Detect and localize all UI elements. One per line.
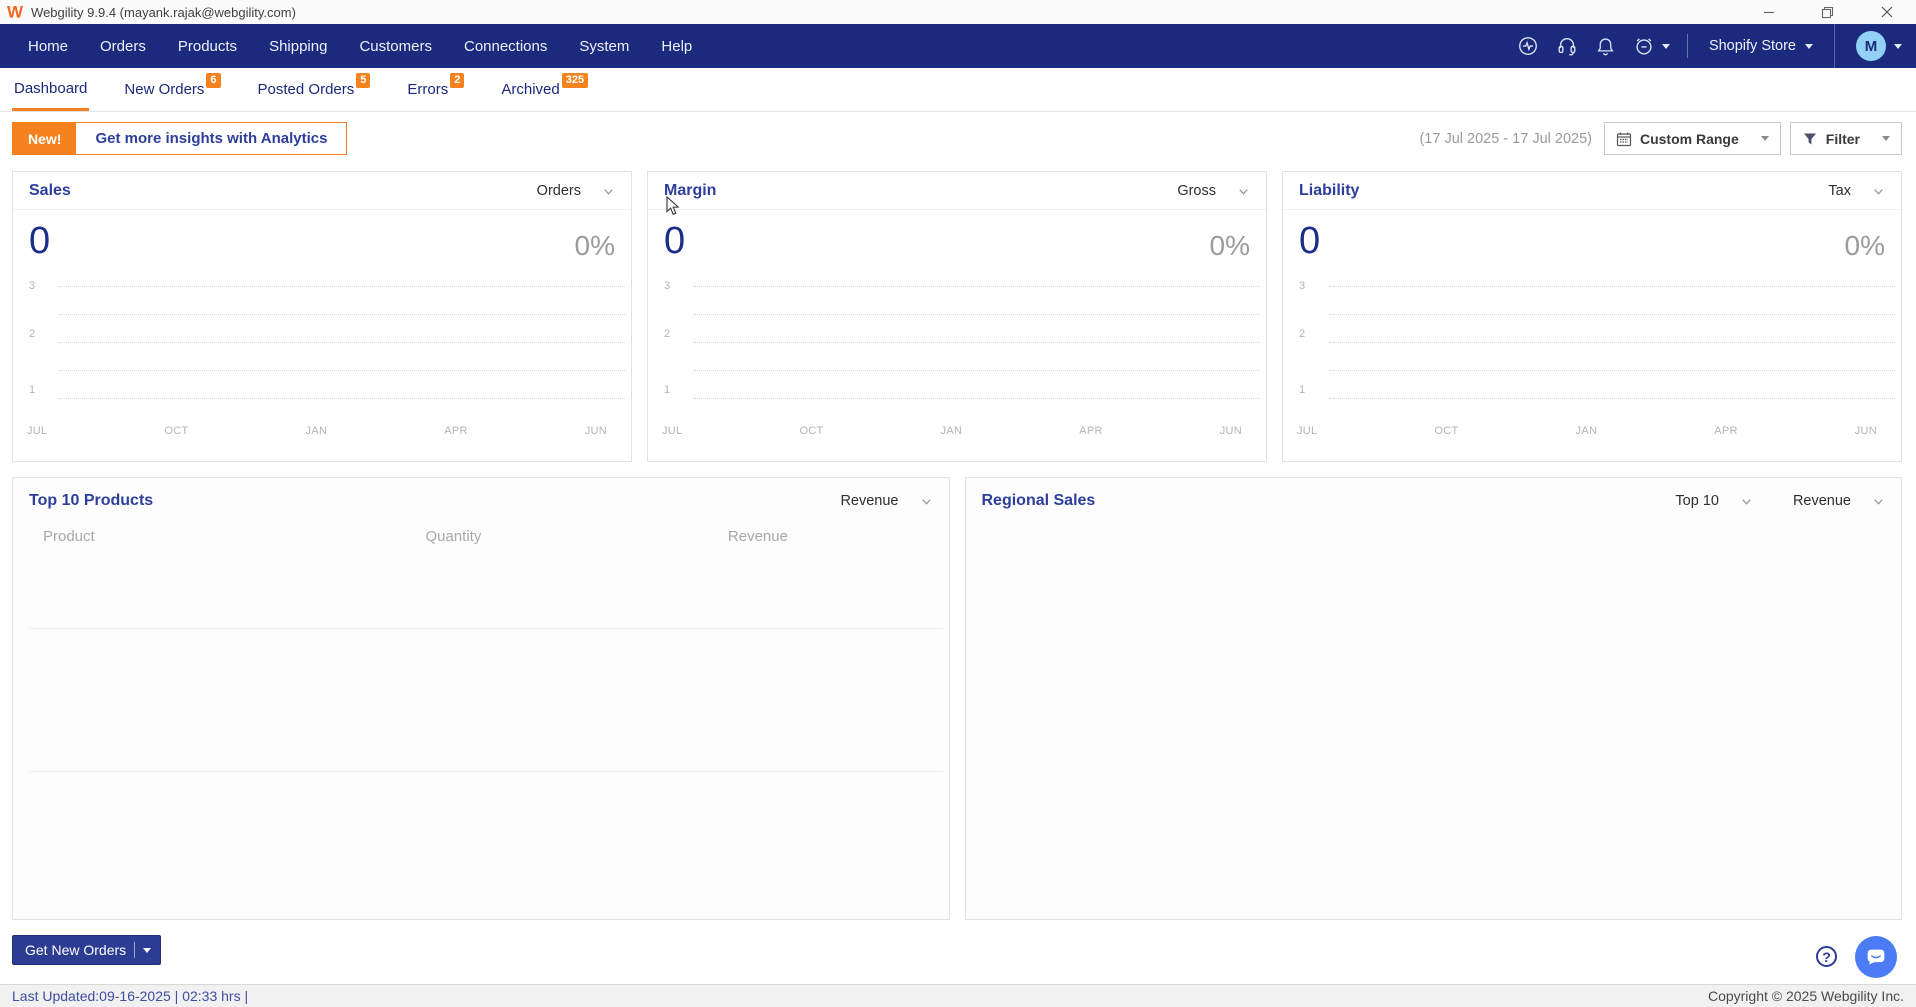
window-title: Webgility 9.9.4 (mayank.rajak@webgility.… [31,4,296,20]
chevron-down-icon [1805,43,1813,49]
nav-item-shipping[interactable]: Shipping [253,24,343,68]
nav-item-help[interactable]: Help [645,24,708,68]
margin-percent: 0% [1209,230,1250,261]
margin-metric-dropdown[interactable]: Gross [1177,183,1250,199]
regional-sales-title: Regional Sales [981,492,1096,509]
top-products-metric-dropdown[interactable]: Revenue [840,493,932,509]
custom-range-button[interactable]: Custom Range [1603,122,1781,155]
tab-new-orders[interactable]: New Orders 6 [122,68,222,111]
chevron-down-icon [1882,136,1890,141]
filter-funnel-icon [1803,133,1816,144]
top-products-column-headers: Product Quantity Revenue [43,528,788,545]
liability-value: 0 [1299,220,1321,262]
regional-sales-panel: Regional Sales Top 10 Revenue [964,477,1902,920]
chevron-down-icon [1874,188,1883,195]
dashboard-content: New! Get more insights with Analytics (1… [0,112,1916,965]
main-navbar: Home Orders Products Shipping Customers … [0,24,1916,68]
activity-gauge-icon[interactable] [1517,35,1539,57]
archived-count-badge: 325 [561,73,589,88]
nav-divider [1834,24,1835,68]
nav-item-products[interactable]: Products [162,24,253,68]
liability-chart: 3 2 1 [1299,281,1895,399]
margin-card: Margin Gross 0 0% 3 2 1 JUL OCT JAN APR JUN [647,171,1267,462]
close-icon [1881,6,1892,18]
webgility-logo-icon: W [7,2,24,22]
chevron-down-icon [1760,136,1769,141]
tab-dashboard[interactable]: Dashboard [12,68,90,111]
top-products-title: Top 10 Products [29,492,154,509]
tab-posted-orders[interactable]: Posted Orders 5 [256,68,373,111]
chevron-down-icon [921,498,931,505]
chevron-down-icon [1874,498,1883,505]
statusbar: Last Updated:09-16-2025 | 02:33 hrs | Co… [0,984,1916,1007]
analytics-promo-banner[interactable]: New! Get more insights with Analytics [12,122,348,155]
nav-item-system[interactable]: System [563,24,645,68]
nav-item-customers[interactable]: Customers [343,24,448,68]
liability-chart-x-axis: JUL OCT JAN APR JUN [1297,425,1877,437]
avatar: M [1856,31,1886,61]
chevron-down-icon [604,188,613,195]
calendar-icon [1616,132,1632,146]
get-new-orders-button[interactable]: Get New Orders [12,935,162,965]
store-selector-dropdown[interactable]: Shopify Store [1705,38,1817,54]
minimize-icon [1763,11,1774,14]
table-row-divider [29,628,943,629]
restore-icon [1821,6,1834,18]
mouse-cursor [666,196,680,216]
liability-percent: 0% [1844,230,1885,261]
sales-card: Sales Orders 0 0% 3 2 1 JUL OCT JAN APR JUN [12,171,632,462]
table-row-divider [29,771,943,772]
top-products-panel: Top 10 Products Revenue Product Quantity… [12,477,950,920]
regional-topn-dropdown[interactable]: Top 10 [1675,493,1753,509]
regional-metric-dropdown[interactable]: Revenue [1793,493,1885,509]
margin-value: 0 [664,220,686,262]
user-menu[interactable]: M [1852,31,1902,61]
liability-card: Liability Tax 0 0% 3 2 1 JUL OCT JAN APR JUN [1282,171,1902,462]
sales-chart-x-axis: JUL OCT JAN APR JUN [27,425,607,437]
nav-item-home[interactable]: Home [12,24,84,68]
liability-metric-dropdown[interactable]: Tax [1828,183,1885,199]
filter-label: Filter [1825,130,1860,147]
last-updated-label: Last Updated:09-16-2025 | 02:33 hrs | [12,988,249,1004]
errors-count-badge: 2 [450,73,465,88]
button-divider [134,942,136,958]
window-titlebar: W Webgility 9.9.4 (mayank.rajak@webgilit… [0,0,1916,24]
chevron-down-icon [1239,188,1248,195]
new-orders-count-badge: 6 [206,73,221,88]
chat-bubble-icon[interactable] [1855,936,1897,978]
scheduler-alarm-icon[interactable] [1633,35,1670,57]
analytics-banner-text[interactable]: Get more insights with Analytics [76,123,346,154]
copyright-label: Copyright © 2025 Webgility Inc. [1707,988,1904,1004]
chevron-down-icon[interactable] [143,947,152,953]
sales-metric-dropdown[interactable]: Orders [537,183,615,199]
liability-card-title: Liability [1299,182,1360,199]
help-icon[interactable] [1816,946,1837,967]
sales-card-title: Sales [29,182,71,199]
nav-item-orders[interactable]: Orders [84,24,162,68]
close-button[interactable] [1857,0,1916,24]
sales-chart: 3 2 1 [29,281,625,399]
sales-value: 0 [29,220,51,262]
nav-divider [1686,34,1688,58]
minimize-button[interactable] [1739,0,1798,24]
headset-support-icon[interactable] [1556,35,1578,57]
margin-chart: 3 2 1 [664,281,1260,399]
dashboard-tabbar: Dashboard New Orders 6 Posted Orders 5 E… [0,68,1916,112]
margin-chart-x-axis: JUL OCT JAN APR JUN [662,425,1242,437]
chevron-down-icon [1894,43,1902,49]
chevron-down-icon [1742,498,1751,505]
filter-button[interactable]: Filter [1789,122,1902,155]
tab-errors[interactable]: Errors 2 [405,68,466,111]
nav-item-connections[interactable]: Connections [448,24,563,68]
custom-range-label: Custom Range [1639,130,1739,147]
tab-archived[interactable]: Archived 325 [499,68,590,111]
chevron-down-icon [1661,43,1670,49]
posted-orders-count-badge: 5 [356,73,371,88]
restore-button[interactable] [1798,0,1857,24]
sales-percent: 0% [574,230,615,261]
new-badge: New! [13,123,77,154]
store-selector-label: Shopify Store [1708,38,1796,54]
notifications-bell-icon[interactable] [1595,36,1616,57]
date-range-label: (17 Jul 2025 - 17 Jul 2025) [1419,130,1592,147]
